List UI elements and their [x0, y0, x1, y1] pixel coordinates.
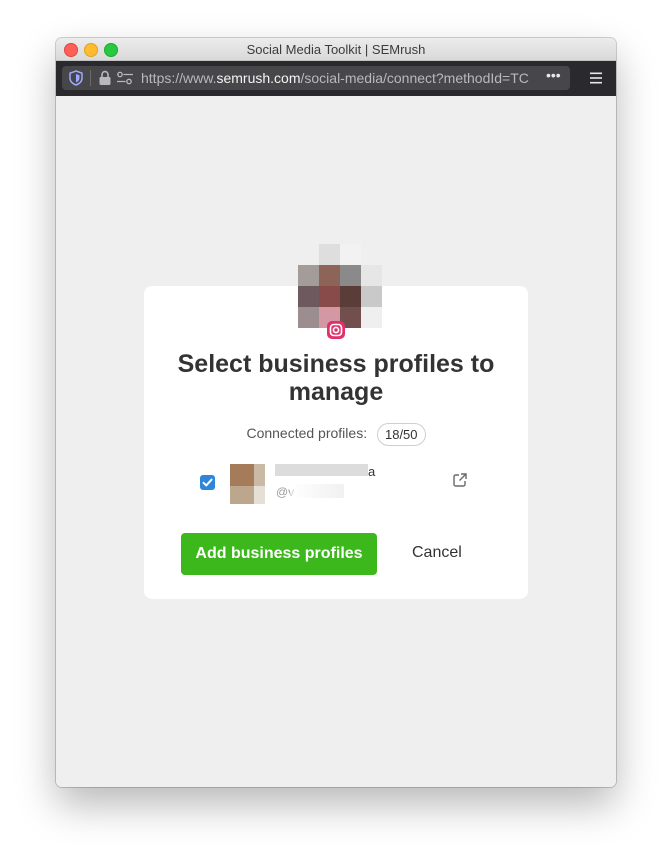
profile-handle-redacted — [290, 484, 344, 498]
url-prefix: https://www. — [141, 70, 217, 86]
browser-toolbar: https://www.semrush.com/social-media/con… — [56, 61, 616, 96]
profile-avatar — [230, 464, 265, 504]
cancel-button[interactable]: Cancel — [412, 544, 462, 562]
hamburger-menu-icon[interactable] — [589, 71, 603, 85]
add-business-profiles-button[interactable]: Add business profiles — [181, 533, 377, 575]
connected-profiles-count: 18/50 — [376, 423, 426, 446]
window-title: Social Media Toolkit | SEMrush — [246, 42, 426, 57]
profile-checkbox[interactable] — [200, 475, 215, 490]
profile-name-redacted — [275, 464, 368, 476]
title-bar: Social Media Toolkit | SEMrush — [56, 38, 616, 61]
permissions-icon[interactable] — [116, 71, 134, 85]
page-actions-button[interactable]: ••• — [546, 67, 561, 83]
url-path: /social-media/connect?methodId=TC — [300, 70, 529, 86]
connected-profiles-label: Connected profiles: — [246, 425, 368, 442]
lock-icon[interactable] — [98, 70, 112, 86]
connected-profiles: Connected profiles: 18/50 — [144, 423, 528, 446]
dialog-heading: Select business profiles to manage — [177, 350, 495, 406]
checkmark-icon — [202, 478, 213, 487]
url-text[interactable]: https://www.semrush.com/social-media/con… — [141, 70, 541, 86]
instagram-icon — [327, 321, 345, 339]
profile-name: a — [368, 464, 376, 479]
url-domain: semrush.com — [216, 70, 301, 86]
browser-window: Social Media Toolkit | SEMrush https://w… — [56, 38, 616, 787]
page-content: Select business profiles to manage Conne… — [56, 96, 616, 787]
profile-picture-pixelated — [298, 244, 382, 328]
address-separator — [90, 70, 91, 86]
external-link-icon[interactable] — [453, 473, 467, 487]
shield-icon[interactable] — [68, 70, 84, 86]
address-bar[interactable]: https://www.semrush.com/social-media/con… — [62, 66, 570, 90]
